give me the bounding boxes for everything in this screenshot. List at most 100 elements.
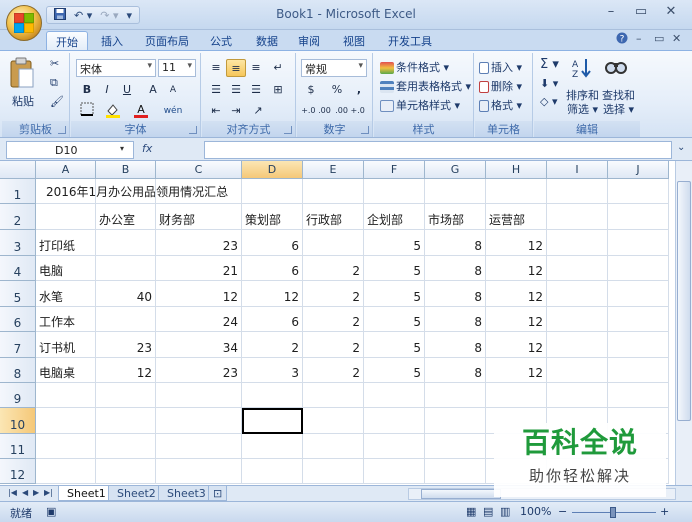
maximize-icon[interactable]: ▭ bbox=[630, 4, 652, 19]
row-header-3[interactable]: 3 bbox=[0, 230, 36, 256]
sheet-tab-sheet2[interactable]: Sheet2 bbox=[108, 486, 165, 501]
align-bottom-icon[interactable]: ≡ bbox=[246, 59, 266, 77]
cell-i3[interactable] bbox=[547, 230, 608, 256]
cell-h3[interactable]: 12 bbox=[486, 230, 547, 256]
cell-a12[interactable] bbox=[36, 459, 96, 484]
row-header-10[interactable]: 10 bbox=[0, 408, 36, 434]
increase-indent-icon[interactable]: ⇥ bbox=[226, 102, 246, 120]
column-header-j[interactable]: J bbox=[608, 161, 669, 179]
cell-h4[interactable]: 12 bbox=[486, 256, 547, 281]
align-center-icon[interactable]: ☰ bbox=[226, 81, 246, 99]
cell-e8[interactable]: 2 bbox=[303, 358, 364, 383]
format-painter-icon[interactable]: 🖌 bbox=[50, 95, 64, 108]
vertical-scroll-thumb[interactable] bbox=[677, 181, 691, 421]
ribbon-minimize-icon[interactable]: – bbox=[636, 32, 642, 45]
italic-button[interactable]: I bbox=[97, 81, 117, 99]
cell-a5[interactable]: 水笔 bbox=[36, 281, 96, 307]
cell-c6[interactable]: 24 bbox=[156, 307, 242, 332]
cell-g10[interactable] bbox=[425, 408, 486, 434]
clear-icon[interactable]: ◇ ▾ bbox=[540, 95, 557, 108]
row-header-9[interactable]: 9 bbox=[0, 383, 36, 408]
normal-view-icon[interactable]: ▦ bbox=[466, 505, 476, 518]
font-color-icon[interactable]: A bbox=[131, 102, 151, 120]
cell-f9[interactable] bbox=[364, 383, 425, 408]
cell-j2[interactable] bbox=[608, 204, 669, 230]
column-header-e[interactable]: E bbox=[303, 161, 364, 179]
number-dialog-launcher[interactable] bbox=[361, 126, 369, 134]
cell-b3[interactable] bbox=[96, 230, 156, 256]
align-right-icon[interactable]: ☰ bbox=[246, 81, 266, 99]
cell-j6[interactable] bbox=[608, 307, 669, 332]
row-header-8[interactable]: 8 bbox=[0, 358, 36, 383]
cell-e3[interactable] bbox=[303, 230, 364, 256]
cell-f12[interactable] bbox=[364, 459, 425, 484]
cell-a3[interactable]: 打印纸 bbox=[36, 230, 96, 256]
cell-f4[interactable]: 5 bbox=[364, 256, 425, 281]
cell-b10[interactable] bbox=[96, 408, 156, 434]
cell-j7[interactable] bbox=[608, 332, 669, 358]
increase-decimal-button[interactable]: +.0 .00 bbox=[301, 102, 331, 120]
insert-cells-button[interactable]: 插入 ▾ bbox=[479, 59, 522, 75]
cell-h8[interactable]: 12 bbox=[486, 358, 547, 383]
tab-home[interactable]: 开始 bbox=[46, 31, 88, 51]
cell-d7[interactable]: 2 bbox=[242, 332, 303, 358]
cell-f1[interactable] bbox=[364, 179, 425, 204]
cell-j1[interactable] bbox=[608, 179, 669, 204]
cell-d3[interactable]: 6 bbox=[242, 230, 303, 256]
format-as-table-button[interactable]: 套用表格格式 ▾ bbox=[380, 78, 471, 94]
tab-review[interactable]: 审阅 bbox=[298, 33, 320, 49]
copy-icon[interactable]: ⧉ bbox=[50, 76, 58, 90]
zoom-slider-thumb[interactable] bbox=[610, 507, 616, 518]
column-header-h[interactable]: H bbox=[486, 161, 547, 179]
cell-g6[interactable]: 8 bbox=[425, 307, 486, 332]
row-header-4[interactable]: 4 bbox=[0, 256, 36, 281]
comma-button[interactable]: , bbox=[349, 81, 369, 99]
cell-a9[interactable] bbox=[36, 383, 96, 408]
horizontal-scroll-thumb[interactable] bbox=[421, 489, 501, 499]
cell-i1[interactable] bbox=[547, 179, 608, 204]
cell-i8[interactable] bbox=[547, 358, 608, 383]
column-header-f[interactable]: F bbox=[364, 161, 425, 179]
column-header-c[interactable]: C bbox=[156, 161, 242, 179]
help-icon[interactable]: ? bbox=[616, 32, 628, 47]
borders-icon[interactable] bbox=[77, 102, 97, 120]
cell-e10[interactable] bbox=[303, 408, 364, 434]
cell-e7[interactable]: 2 bbox=[303, 332, 364, 358]
cell-c2[interactable]: 财务部 bbox=[156, 204, 242, 230]
align-left-icon[interactable]: ☰ bbox=[206, 81, 226, 99]
paste-button[interactable]: 粘贴 bbox=[12, 93, 34, 109]
cell-d11[interactable] bbox=[242, 434, 303, 459]
cell-d2[interactable]: 策划部 bbox=[242, 204, 303, 230]
decrease-decimal-button[interactable]: .00 +.0 bbox=[335, 102, 365, 120]
cell-g4[interactable]: 8 bbox=[425, 256, 486, 281]
cell-h9[interactable] bbox=[486, 383, 547, 408]
percent-button[interactable]: % bbox=[327, 81, 347, 99]
cell-g2[interactable]: 市场部 bbox=[425, 204, 486, 230]
bold-button[interactable]: B bbox=[77, 81, 97, 99]
align-middle-icon[interactable]: ≡ bbox=[226, 59, 246, 77]
tab-view[interactable]: 视图 bbox=[343, 33, 365, 49]
cell-h7[interactable]: 12 bbox=[486, 332, 547, 358]
name-box[interactable]: D10 bbox=[6, 141, 134, 159]
underline-button[interactable]: U bbox=[117, 81, 137, 99]
cell-b1[interactable] bbox=[96, 179, 156, 204]
row-header-5[interactable]: 5 bbox=[0, 281, 36, 307]
first-sheet-icon[interactable]: |◀ bbox=[8, 488, 17, 497]
last-sheet-icon[interactable]: ▶| bbox=[44, 488, 53, 497]
doc-close-icon[interactable]: ✕ bbox=[672, 32, 681, 45]
cell-j8[interactable] bbox=[608, 358, 669, 383]
cell-c4[interactable]: 21 bbox=[156, 256, 242, 281]
cell-j9[interactable] bbox=[608, 383, 669, 408]
cell-g3[interactable]: 8 bbox=[425, 230, 486, 256]
cell-g11[interactable] bbox=[425, 434, 486, 459]
cell-g1[interactable] bbox=[425, 179, 486, 204]
cell-g7[interactable]: 8 bbox=[425, 332, 486, 358]
cell-c8[interactable]: 23 bbox=[156, 358, 242, 383]
cell-i7[interactable] bbox=[547, 332, 608, 358]
restore-icon[interactable]: ▭ bbox=[654, 32, 664, 45]
vertical-scrollbar[interactable] bbox=[675, 161, 692, 485]
tab-insert[interactable]: 插入 bbox=[101, 33, 123, 49]
cell-f11[interactable] bbox=[364, 434, 425, 459]
sort-filter-icon[interactable]: AZ bbox=[570, 57, 594, 82]
cell-b9[interactable] bbox=[96, 383, 156, 408]
